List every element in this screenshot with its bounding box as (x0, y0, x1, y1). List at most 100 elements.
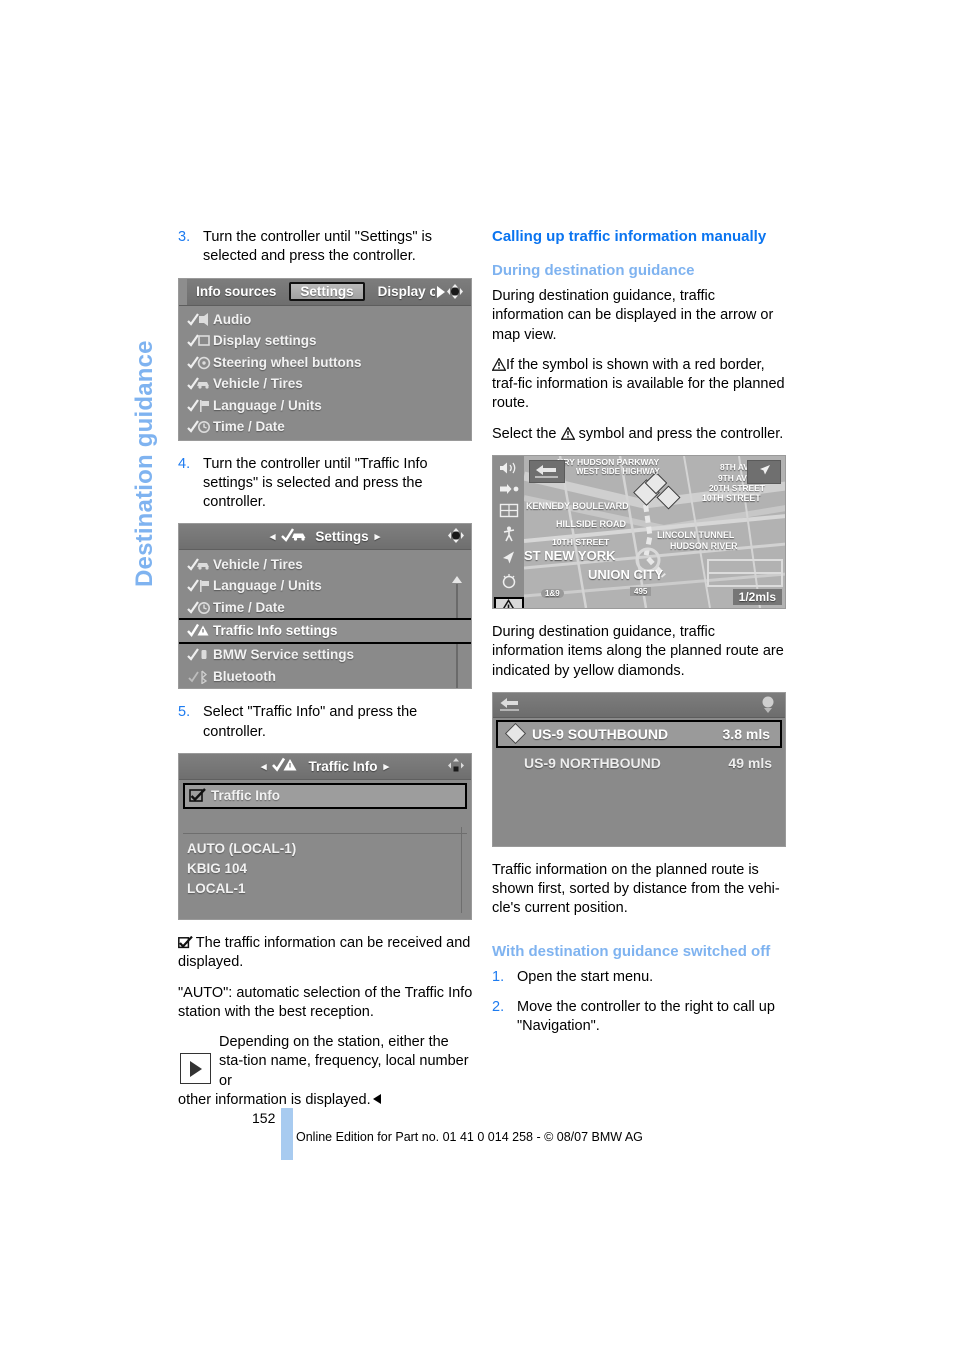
north-arrow-icon[interactable] (498, 550, 520, 565)
page-number: 152 (252, 1110, 276, 1126)
tab-display-options[interactable]: Display o (369, 282, 435, 301)
map-label: 9TH AV (718, 472, 747, 483)
map-label: UNION CITY (588, 566, 664, 582)
arrow-dot-icon[interactable] (498, 483, 520, 495)
menu-item-time-date-label: Time / Date (213, 599, 285, 615)
traffic-item-distance: 3.8 mls (722, 725, 770, 742)
screenshot-traffic-info: ◂ Traffic Info ▸ Traffic Info AUTO (LOCA… (178, 752, 472, 920)
traffic-item-distance: 49 mls (728, 754, 772, 771)
note-tip-text-b: other information is displayed. (178, 1091, 474, 1110)
warning-triangle-icon (492, 357, 506, 371)
traffic-item-name: US-9 SOUTHBOUND (532, 725, 669, 742)
note-checkbox: The traffic information can be received … (178, 934, 474, 973)
warning-triangle-icon (560, 426, 575, 440)
traffic-info-header: ◂ Traffic Info ▸ (179, 753, 471, 780)
bluetooth-icon (187, 669, 213, 684)
speaker-icon[interactable] (498, 461, 520, 475)
menu-item-steering-wheel-label: Steering wheel buttons (213, 354, 362, 370)
traffic-info-toggle-row[interactable]: Traffic Info (183, 782, 467, 809)
section-side-tab-label: Destination guidance (131, 340, 158, 587)
screenshot-settings-tabs: Info sources Settings Display o Audio Di… (178, 277, 472, 441)
tab-settings[interactable]: Settings (289, 282, 365, 302)
tip-triangle-icon (180, 1053, 211, 1085)
route-shield: 1&9 (541, 588, 564, 598)
menu-item-display-settings-label: Display settings (213, 333, 317, 349)
station-item[interactable]: AUTO (LOCAL-1) (185, 839, 471, 859)
station-list-scroll-edge (460, 826, 462, 913)
settings-list-title-group: ◂ Settings ▸ (270, 528, 380, 546)
map-turn-arrow-button[interactable] (747, 459, 781, 484)
menu-item-traffic-info-settings[interactable]: Traffic Info settings (179, 617, 471, 644)
traffic-item-name: US-9 NORTHBOUND (524, 754, 661, 771)
map-label: HUDSON RIVER (670, 540, 738, 551)
step-4: 4. Turn the controller until "Traffic In… (178, 455, 474, 513)
menu-item-vehicle-tires-label: Vehicle / Tires (213, 376, 303, 392)
menu-item-language-units-label: Language / Units (213, 397, 322, 413)
step-5-number: 5. (178, 704, 191, 721)
tab-info-sources[interactable]: Info sources (187, 282, 285, 301)
check-car-icon (281, 528, 309, 546)
step-4-number: 4. (178, 455, 191, 472)
map-canvas[interactable]: NRY HUDSON PARKWAY WEST SIDE HIGHWAY 8TH… (524, 455, 785, 608)
chevron-left-icon[interactable]: ◂ (261, 760, 267, 773)
step-1-number: 1. (492, 968, 505, 985)
paragraph-sorted-by-distance: Traffic information on the planned route… (492, 861, 780, 917)
menu-item-language-units[interactable]: Language / Units (179, 575, 471, 597)
check-flag-icon (187, 578, 213, 593)
traffic-item-row[interactable]: US-9 NORTHBOUND 49 mls (493, 751, 785, 775)
split-screen-icon[interactable] (498, 503, 520, 518)
menu-item-audio[interactable]: Audio (179, 309, 471, 331)
menu-item-bluetooth[interactable]: Bluetooth (179, 665, 471, 687)
footer-text: Online Edition for Part no. 01 41 0 014 … (296, 1130, 643, 1144)
menu-item-steering-wheel-buttons[interactable]: Steering wheel buttons (179, 352, 471, 374)
menu-item-language-units[interactable]: Language / Units (179, 395, 471, 417)
note-red-border-warning: If the symbol is shown with a red border… (492, 356, 788, 414)
tab-bar-left-edge (179, 278, 188, 305)
check-clock-icon (187, 419, 213, 434)
settings-menu-list: Audio Display settings Steering wheel bu… (179, 306, 471, 440)
settings-list-title: Settings (315, 529, 369, 545)
map-display: NRY HUDSON PARKWAY WEST SIDE HIGHWAY 8TH… (493, 455, 785, 608)
station-item[interactable]: KBIG 104 (185, 859, 471, 879)
menu-item-vehicle-tires[interactable]: Vehicle / Tires (179, 373, 471, 395)
step-1: 1. Open the start menu. (492, 968, 788, 987)
note-auto: "AUTO": automatic selection of the Traff… (178, 984, 473, 1020)
step-3: 3. Turn the controller until "Settings" … (178, 228, 474, 267)
menu-item-time-date[interactable]: Time / Date (179, 596, 471, 618)
step-5-text: Select "Traffic Info" and press the cont… (203, 704, 418, 740)
compass-icon[interactable] (498, 573, 520, 589)
chevron-left-icon[interactable]: ◂ (270, 530, 276, 543)
chevron-right-icon[interactable]: ▸ (384, 760, 390, 773)
left-column: 3. Turn the controller until "Settings" … (178, 228, 474, 1121)
map-icon-sidebar (493, 455, 524, 608)
check-car-icon (187, 557, 213, 572)
map-back-button[interactable] (529, 459, 565, 483)
settings-submenu-list: Vehicle / Tires Language / Units Time / … (179, 550, 471, 689)
menu-item-vehicle-tires-label: Vehicle / Tires (213, 556, 303, 572)
traffic-info-separator (183, 815, 467, 834)
traffic-warning-icon[interactable] (493, 596, 524, 608)
controller-orb-icon (446, 527, 466, 549)
menu-item-vehicle-tires[interactable]: Vehicle / Tires (179, 553, 471, 575)
check-car-icon (187, 376, 213, 391)
map-label: ST NEW YORK (524, 547, 616, 563)
traffic-info-title-group: ◂ Traffic Info ▸ (261, 757, 389, 776)
subheading-during-destination-guidance: During destination guidance (492, 262, 695, 279)
menu-item-display-settings[interactable]: Display settings (179, 330, 471, 352)
pedestrian-icon[interactable] (498, 526, 520, 542)
menu-item-time-date[interactable]: Time / Date (179, 416, 471, 438)
map-label: WEST SIDE HIGHWAY (576, 466, 660, 476)
station-label: LOCAL-1 (187, 881, 246, 897)
map-label: 8TH AV (720, 461, 749, 472)
station-label: AUTO (LOCAL-1) (187, 841, 297, 857)
paragraph-select-symbol-b: symbol and press the controller. (578, 425, 784, 442)
back-icon[interactable] (499, 697, 521, 716)
section-side-tab: Destination guidance (120, 228, 162, 588)
map-label: NRY HUDSON PARKWAY (557, 456, 660, 467)
menu-item-bmw-service-settings[interactable]: BMW Service settings (179, 644, 471, 666)
traffic-item-row[interactable]: US-9 SOUTHBOUND 3.8 mls (496, 719, 782, 748)
checkbox-checked-icon[interactable] (189, 788, 211, 803)
station-item[interactable]: LOCAL-1 (185, 879, 471, 899)
tab-scroll-right-icon[interactable] (437, 285, 445, 298)
chevron-right-icon[interactable]: ▸ (375, 530, 381, 543)
